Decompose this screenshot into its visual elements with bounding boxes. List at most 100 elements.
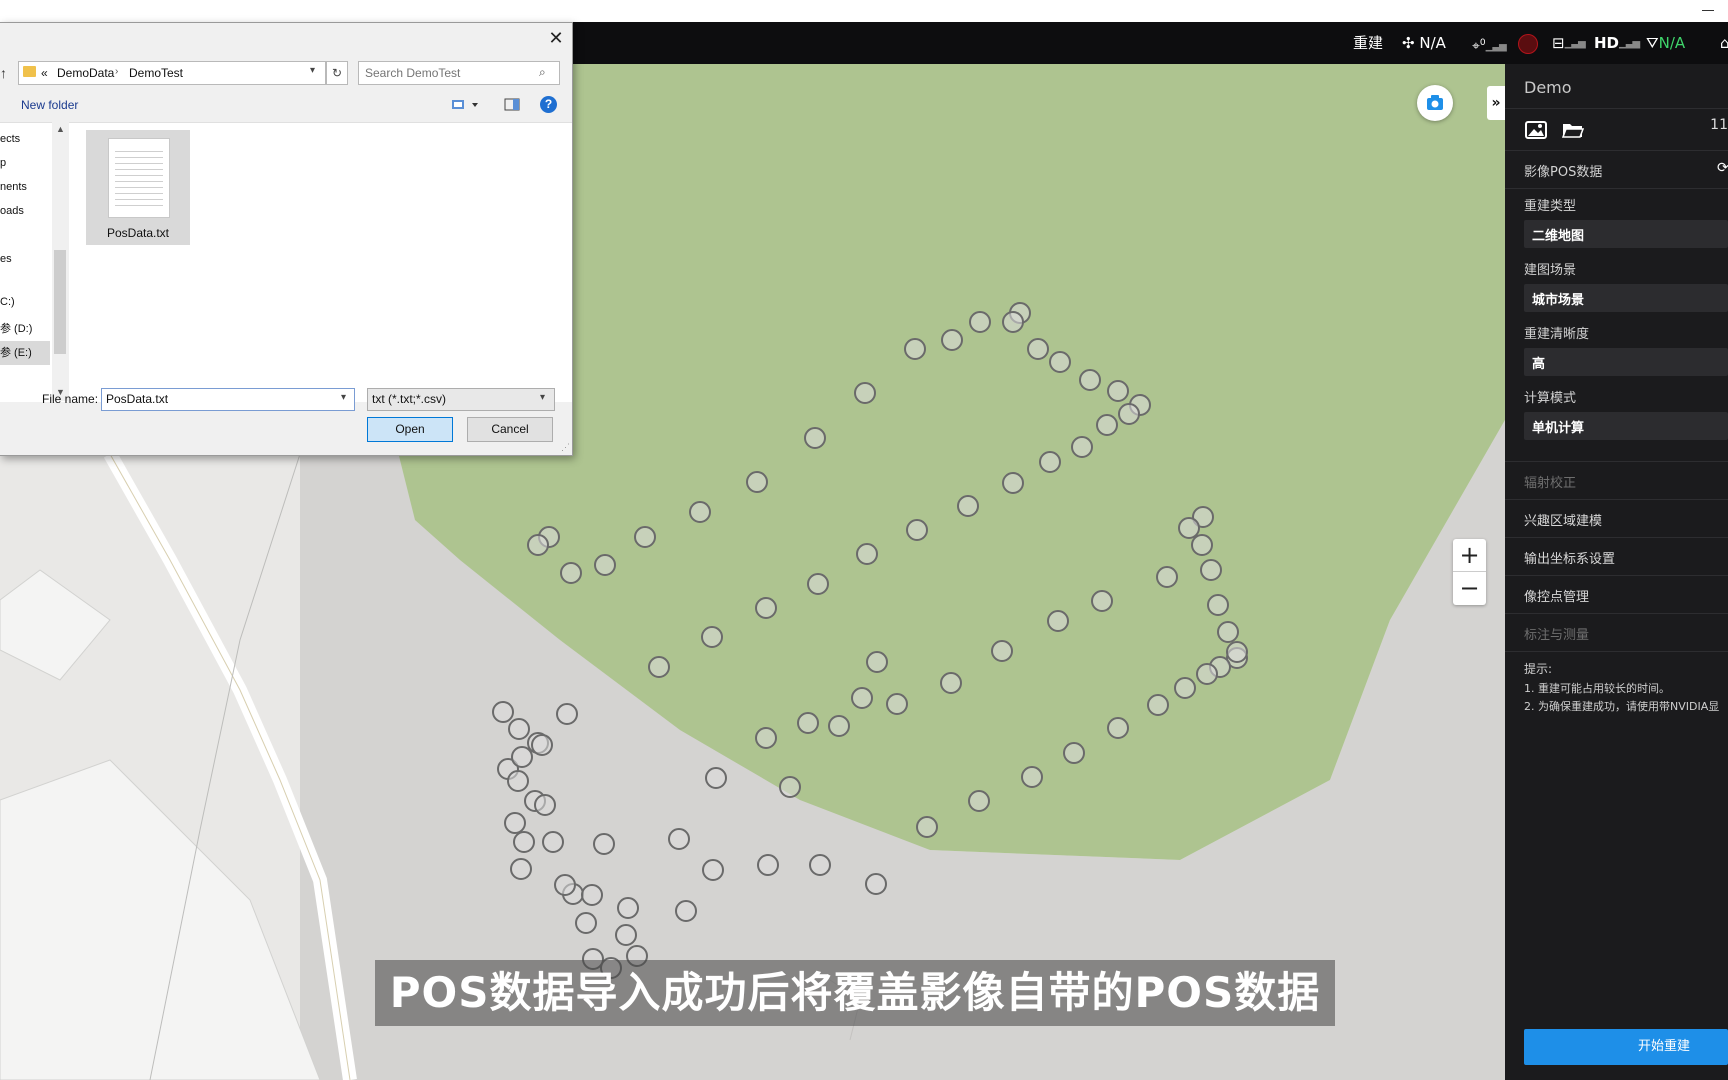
clarity-select[interactable]: 高 (1524, 348, 1728, 376)
waypoint-marker[interactable] (865, 873, 887, 895)
waypoint-marker[interactable] (854, 382, 876, 404)
nav-item-drive-e[interactable]: 参 (E:) (0, 341, 50, 365)
collapse-panel-button[interactable]: » (1487, 86, 1505, 120)
waypoint-marker[interactable] (1079, 369, 1101, 391)
search-box[interactable]: ⌕ (358, 61, 560, 85)
waypoint-marker[interactable] (1147, 694, 1169, 716)
waypoint-marker[interactable] (701, 626, 723, 648)
waypoint-marker[interactable] (531, 734, 553, 756)
waypoint-marker[interactable] (594, 554, 616, 576)
waypoint-marker[interactable] (508, 718, 530, 740)
waypoint-marker[interactable] (1049, 351, 1071, 373)
waypoint-marker[interactable] (866, 651, 888, 673)
roi-modeling-item[interactable]: 兴趣区域建模 (1524, 510, 1602, 529)
waypoint-marker[interactable] (940, 672, 962, 694)
nav-item[interactable]: es (0, 253, 12, 265)
scroll-thumb[interactable] (54, 250, 66, 354)
waypoint-marker[interactable] (1178, 517, 1200, 539)
waypoint-marker[interactable] (527, 534, 549, 556)
waypoint-marker[interactable] (511, 746, 533, 768)
zoom-in-button[interactable]: + (1453, 539, 1486, 571)
minimize-icon[interactable] (1702, 10, 1714, 11)
waypoint-marker[interactable] (556, 703, 578, 725)
waypoint-marker[interactable] (916, 816, 938, 838)
breadcrumb-demodata[interactable]: DemoData (57, 66, 114, 80)
waypoint-marker[interactable] (1071, 436, 1093, 458)
file-type-select[interactable]: txt (*.txt;*.csv) ▾ (367, 388, 555, 411)
waypoint-marker[interactable] (617, 897, 639, 919)
waypoint-marker[interactable] (702, 859, 724, 881)
waypoint-marker[interactable] (668, 828, 690, 850)
waypoint-marker[interactable] (560, 562, 582, 584)
resize-grip-icon[interactable]: ⋰ (561, 442, 570, 453)
waypoint-marker[interactable] (1096, 414, 1118, 436)
waypoint-marker[interactable] (851, 687, 873, 709)
waypoint-marker[interactable] (1107, 717, 1129, 739)
scroll-up-icon[interactable]: ▲ (56, 124, 65, 134)
waypoint-marker[interactable] (513, 831, 535, 853)
recon-type-select[interactable]: 二维地图 (1524, 220, 1728, 248)
waypoint-marker[interactable] (804, 427, 826, 449)
start-reconstruction-button[interactable]: 开始重建 (1524, 1029, 1728, 1065)
waypoint-marker[interactable] (1107, 380, 1129, 402)
waypoint-marker[interactable] (1226, 641, 1248, 663)
waypoint-marker[interactable] (689, 501, 711, 523)
waypoint-marker[interactable] (856, 543, 878, 565)
waypoint-marker[interactable] (828, 715, 850, 737)
open-button[interactable]: Open (367, 417, 453, 442)
up-arrow-icon[interactable]: ↑ (0, 65, 7, 81)
waypoint-marker[interactable] (1196, 663, 1218, 685)
image-icon[interactable] (1525, 120, 1547, 140)
breadcrumb-demotest[interactable]: DemoTest (129, 66, 183, 80)
waypoint-marker[interactable] (1021, 766, 1043, 788)
waypoint-marker[interactable] (1002, 311, 1024, 333)
account-icon[interactable]: ⌂ (1720, 22, 1728, 64)
waypoint-marker[interactable] (581, 884, 603, 906)
waypoint-marker[interactable] (746, 471, 768, 493)
breadcrumb-overflow[interactable]: « (41, 66, 48, 80)
waypoint-marker[interactable] (1039, 451, 1061, 473)
change-view-icon[interactable] (450, 96, 482, 114)
output-crs-item[interactable]: 输出坐标系设置 (1524, 548, 1615, 567)
waypoint-marker[interactable] (809, 854, 831, 876)
search-input[interactable] (363, 65, 537, 81)
nav-item[interactable]: oads (0, 205, 24, 217)
camera-button[interactable] (1417, 85, 1453, 121)
close-icon[interactable]: ✕ (547, 29, 565, 47)
new-folder-button[interactable]: New folder (21, 98, 78, 112)
waypoint-marker[interactable] (968, 790, 990, 812)
waypoint-marker[interactable] (1200, 559, 1222, 581)
waypoint-marker[interactable] (593, 833, 615, 855)
waypoint-marker[interactable] (757, 854, 779, 876)
waypoint-marker[interactable] (957, 495, 979, 517)
preview-pane-icon[interactable] (503, 96, 521, 114)
waypoint-marker[interactable] (1207, 594, 1229, 616)
waypoint-marker[interactable] (904, 338, 926, 360)
refresh-button[interactable]: ↻ (326, 61, 348, 85)
waypoint-marker[interactable] (1002, 472, 1024, 494)
nav-scrollbar[interactable]: ▲ ▼ (52, 122, 68, 401)
waypoint-marker[interactable] (675, 900, 697, 922)
waypoint-marker[interactable] (634, 526, 656, 548)
help-icon[interactable]: ? (540, 96, 557, 113)
pos-data-section[interactable]: 影像POS数据 (1524, 161, 1602, 180)
chevron-down-icon[interactable]: ▾ (310, 65, 315, 76)
waypoint-marker[interactable] (779, 776, 801, 798)
waypoint-marker[interactable] (554, 874, 576, 896)
file-name-input[interactable]: PosData.txt ▾ (101, 388, 355, 411)
waypoint-marker[interactable] (507, 770, 529, 792)
zoom-out-button[interactable]: − (1453, 572, 1486, 604)
waypoint-marker[interactable] (807, 573, 829, 595)
waypoint-marker[interactable] (648, 656, 670, 678)
waypoint-marker[interactable] (534, 794, 556, 816)
waypoint-marker[interactable] (1156, 566, 1178, 588)
waypoint-marker[interactable] (969, 311, 991, 333)
nav-item[interactable]: ects (0, 133, 20, 145)
nav-item-drive-c[interactable]: C:) (0, 296, 15, 308)
waypoint-marker[interactable] (575, 912, 597, 934)
waypoint-marker[interactable] (906, 519, 928, 541)
waypoint-marker[interactable] (991, 640, 1013, 662)
compute-select[interactable]: 单机计算 (1524, 412, 1728, 440)
scene-select[interactable]: 城市场景 (1524, 284, 1728, 312)
waypoint-marker[interactable] (1118, 403, 1140, 425)
